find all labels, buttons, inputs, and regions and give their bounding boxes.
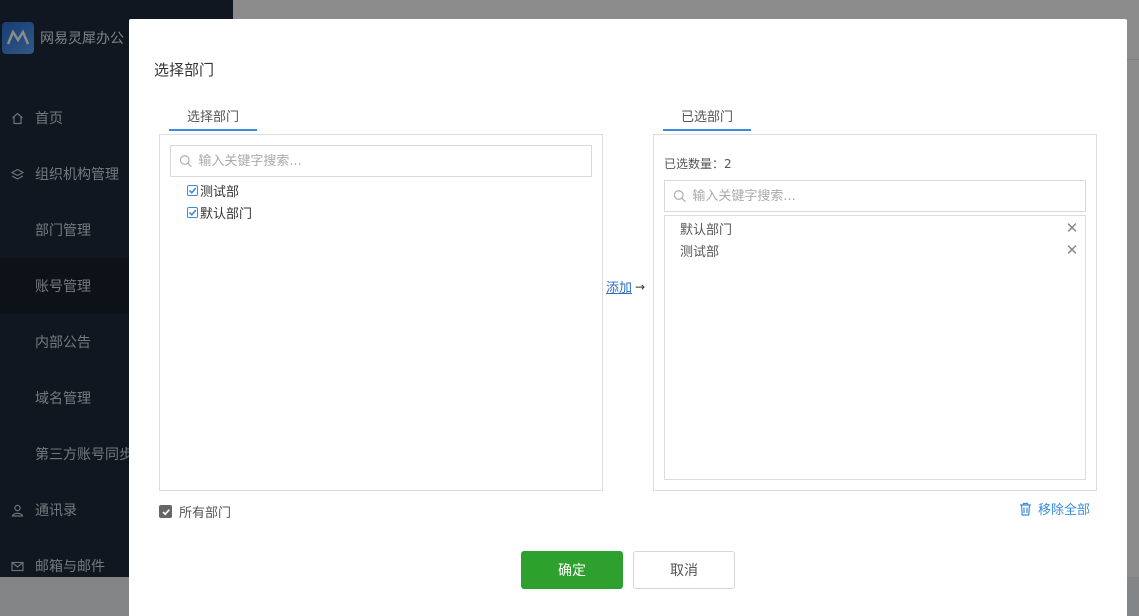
checkbox-checked[interactable] [159, 505, 172, 518]
checkbox-checked[interactable] [187, 206, 198, 218]
left-search-field[interactable] [170, 145, 592, 177]
tree-item[interactable]: 测试部 [187, 180, 239, 200]
cancel-button[interactable]: 取消 [633, 551, 735, 589]
selected-list: 默认部门 ✕ 测试部 ✕ [664, 215, 1086, 480]
search-icon [673, 190, 686, 203]
tab-selected-departments[interactable]: 已选部门 [663, 101, 751, 131]
confirm-button[interactable]: 确定 [521, 551, 623, 589]
list-item: 默认部门 ✕ [680, 218, 1080, 238]
arrow-right-icon: → [635, 279, 646, 294]
add-button[interactable]: 添加 → [606, 277, 646, 297]
close-icon[interactable]: ✕ [1064, 219, 1080, 237]
add-label: 添加 [606, 281, 633, 296]
tree-item-label: 默认部门 [200, 206, 253, 222]
select-department-dialog: 选择部门 选择部门 测试部 默认部门 添加 → 已选部门 已选数量：2 默认部门… [129, 19, 1127, 616]
selected-item-label: 默认部门 [680, 222, 733, 238]
selected-count: 已选数量：2 [664, 157, 732, 171]
all-departments-label: 所有部门 [179, 506, 232, 521]
dialog-title: 选择部门 [154, 61, 215, 79]
close-icon[interactable]: ✕ [1064, 241, 1080, 259]
remove-all-button[interactable]: 移除全部 [1019, 499, 1090, 518]
list-item: 测试部 ✕ [680, 240, 1080, 260]
search-icon [179, 155, 192, 168]
trash-icon [1020, 502, 1031, 516]
checkbox-checked[interactable] [187, 184, 198, 196]
selected-item-label: 测试部 [680, 244, 720, 260]
all-departments-checkbox[interactable]: 所有部门 [159, 502, 231, 521]
tab-select-department[interactable]: 选择部门 [169, 101, 257, 131]
remove-all-label: 移除全部 [1038, 503, 1091, 518]
tree-item-label: 测试部 [200, 184, 240, 200]
right-search-input[interactable] [692, 188, 1085, 204]
left-search-input[interactable] [198, 153, 591, 169]
right-search-field[interactable] [664, 180, 1086, 212]
tree-item[interactable]: 默认部门 [187, 202, 252, 222]
